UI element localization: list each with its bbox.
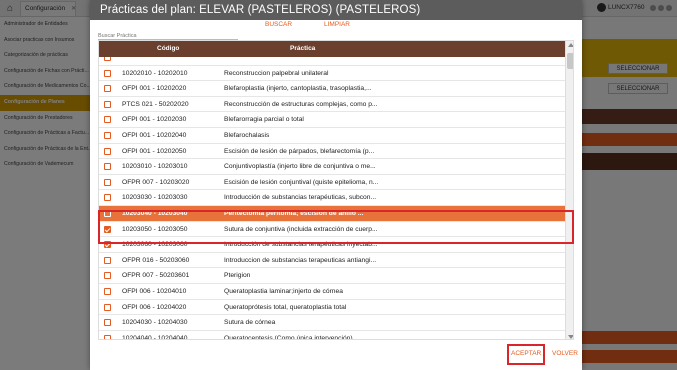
cell-practice: Introducción de substancias terapéuticas… [224,241,378,249]
cell-practice: Queratoprótesis total, queratoplastia to… [224,303,347,311]
row-checkbox[interactable] [104,194,111,202]
cell-practice: Escisión de lesión conjuntival (quiste e… [224,178,379,186]
cell-practice: Reconstrucción de estructuras complejas,… [224,100,378,108]
table-header: Código Práctica [99,41,565,57]
cell-code: 10203030 - 10203030 [122,194,188,202]
buscar-button[interactable]: BUSCAR [265,21,292,28]
cell-code: 10203010 - 10203010 [122,163,188,171]
cell-code: 10204040 - 10204040 [122,334,188,340]
row-checkbox[interactable] [104,256,111,264]
cell-code: OFPI 006 - 10204010 [122,287,187,295]
table-row[interactable]: 10204030 - 10204030 Sutura de córnea [99,315,565,331]
scroll-thumb[interactable] [567,53,573,69]
cell-code: PTCS 021 - 50202020 [122,100,189,108]
cell-code: OFPI 001 - 10202050 [122,147,187,155]
cell-practice: Sutura de conjuntiva (incluida extracció… [224,225,378,233]
scroll-up-icon[interactable] [568,43,573,47]
cell-code: OFPI 001 - 10202020 [122,85,187,93]
row-checkbox[interactable] [104,178,111,186]
table-row[interactable]: OFPI 001 - 10202040 Blefarochalasis [99,127,565,144]
table-row[interactable]: PTCS 021 - 50202020 Reconstrucción de est… [99,96,565,113]
table-row[interactable]: 10203030 - 10203030 Introducción de subst… [99,190,565,206]
search-input[interactable] [98,32,238,40]
cell-code: OFPI 001 - 10202040 [122,131,187,139]
practices-table: Código Práctica 10202010 - 10202010 Recon… [98,40,574,340]
table-row[interactable] [99,57,565,66]
table-row[interactable]: OFPI 001 - 10202030 Blefarorragia parcial… [99,112,565,128]
table-row[interactable]: OFPR 007 - 10203020 Escisión de lesión co… [99,174,565,191]
table-row[interactable]: 10203010 - 10203010 Conjuntivoplastía (in… [99,159,565,175]
cell-practice: Sutura de córnea [224,319,276,327]
row-checkbox[interactable] [104,209,111,217]
row-checkbox[interactable] [104,225,111,233]
row-checkbox[interactable] [104,334,111,339]
table-row[interactable]: 10203060 - 10203060 Introducción de subst… [99,237,565,253]
table-row[interactable]: OFPI 006 - 10204010 Queratoplastia lamina… [99,283,565,300]
table-row[interactable]: 10202010 - 10202010 Reconstruccion palpeb… [99,65,565,82]
volver-button[interactable]: VOLVER [552,350,578,357]
cell-practice: Blefaroplastia (injerto, cantoplastia, t… [224,85,372,93]
limpiar-button[interactable]: LIMPIAR [324,21,350,28]
row-checkbox[interactable] [104,272,111,280]
table-row[interactable]: OFPI 001 - 10202020 Blefaroplastia (injer… [99,81,565,97]
cell-practice: Queratoplastia laminar;injerto de córnea [224,287,343,295]
cell-practice: Pterigion [224,272,251,280]
cell-code: OFPI 001 - 10202030 [122,116,187,124]
table-row[interactable]: 10203050 - 10203050 Sutura de conjuntiva … [99,221,565,238]
row-checkbox[interactable] [104,241,111,249]
scrollbar[interactable] [565,41,573,339]
row-checkbox[interactable] [104,303,111,311]
cell-practice: Introduccion de substancias terapeuticas… [224,256,377,264]
table-body[interactable]: 10202010 - 10202010 Reconstruccion palpeb… [99,57,565,340]
table-row[interactable]: OFPI 001 - 10202050 Escisión de lesión de… [99,143,565,160]
cell-code: 10203060 - 10203060 [122,241,188,249]
table-rows: 10202010 - 10202010 Reconstruccion palpeb… [99,57,565,340]
cell-code: 10203040 - 10203040 [122,209,188,217]
cell-practice: Escisión de lesión de párpados, blefarec… [224,147,375,155]
cell-code: OFPR 016 - 50203060 [122,256,190,264]
cell-practice: Blefarorragia parcial o total [224,116,304,124]
cell-code: 10202010 - 10202010 [122,69,188,77]
row-checkbox[interactable] [104,147,111,155]
column-header-code: Código [157,45,180,52]
row-checkbox[interactable] [104,57,111,61]
cell-code: OFPR 007 - 50203601 [122,272,190,280]
cell-practice: Queratocentesis (Como única intervención… [224,334,353,340]
table-row[interactable]: OFPR 007 - 50203601 Pterigion [99,268,565,284]
cell-code: 10204030 - 10204030 [122,319,188,327]
row-checkbox[interactable] [104,69,111,77]
table-row[interactable]: OFPR 016 - 50203060 Introduccion de subst… [99,252,565,269]
practicas-modal: Prácticas del plan: ELEVAR (PASTELEROS) … [90,0,582,370]
scroll-down-icon[interactable] [568,335,573,339]
column-header-practice: Práctica [290,45,316,52]
cell-practice: Reconstruccion palpebral unilateral [224,69,329,77]
row-checkbox[interactable] [104,163,111,171]
cell-practice: Blefarochalasis [224,131,270,139]
cell-practice: Conjuntivoplastía (injerto libre de conj… [224,163,376,171]
cell-practice: Introducción de substancias terapéuticas… [224,194,377,202]
table-row[interactable]: 10204040 - 10204040 Queratocentesis (Como… [99,330,565,340]
aceptar-button[interactable]: ACEPTAR [511,350,541,357]
row-checkbox[interactable] [104,319,111,327]
cell-code: 10203050 - 10203050 [122,225,188,233]
row-checkbox[interactable] [104,100,111,108]
table-row[interactable]: 10203040 - 10203040 Peritectomía peritomí… [99,205,565,222]
cell-code: OFPR 007 - 10203020 [122,178,190,186]
row-checkbox[interactable] [104,116,111,124]
search-actions: BUSCAR LIMPIAR [90,20,582,32]
cell-practice: Peritectomía peritomía; escisión de anil… [224,209,364,217]
row-checkbox[interactable] [104,287,111,295]
modal-title: Prácticas del plan: ELEVAR (PASTELEROS) … [90,0,582,20]
table-row[interactable]: OFPI 006 - 10204020 Queratoprótesis total… [99,299,565,316]
row-checkbox[interactable] [104,131,111,139]
row-checkbox[interactable] [104,85,111,93]
cell-code: OFPI 006 - 10204020 [122,303,187,311]
